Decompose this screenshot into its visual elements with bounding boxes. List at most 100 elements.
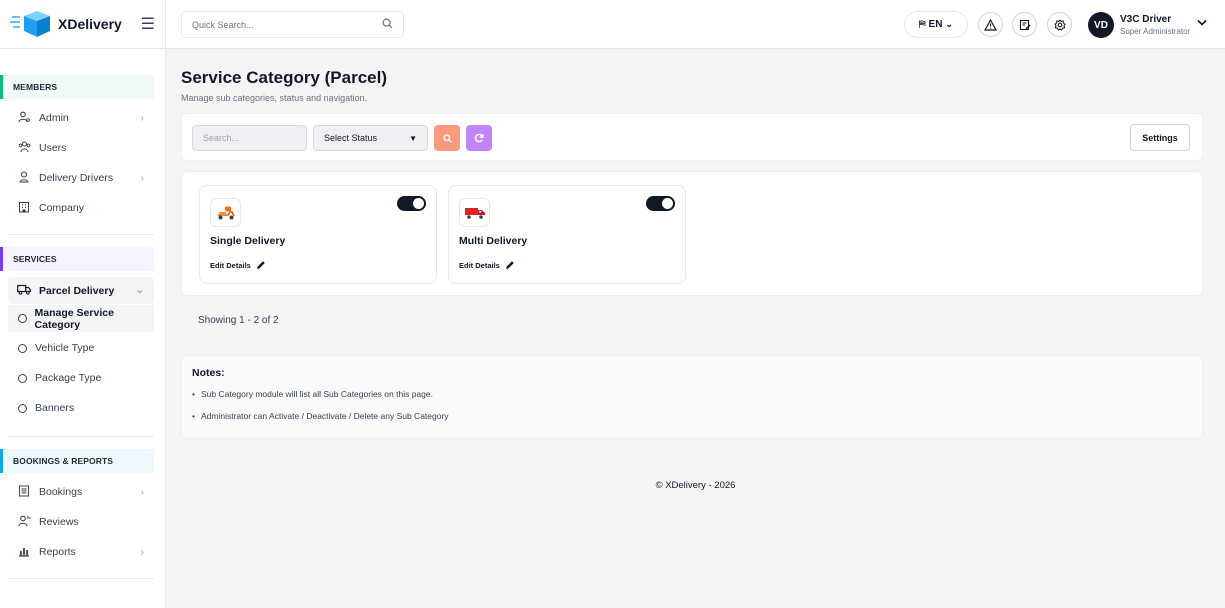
notes-panel: Notes: Sub Category module will list all…	[181, 355, 1203, 439]
circle-bullet-icon	[18, 314, 27, 323]
search-icon	[442, 133, 452, 143]
truck-icon	[459, 198, 490, 227]
page-title: Service Category (Parcel)	[181, 68, 387, 87]
sidebar-subitem-vehicle-type[interactable]: Vehicle Type	[8, 335, 154, 361]
quick-search-input[interactable]	[192, 19, 372, 30]
sidebar-item-reports[interactable]: Reports ›	[8, 539, 154, 565]
driver-icon	[17, 170, 31, 186]
edit-details-link[interactable]: Edit Details	[210, 260, 266, 270]
gear-icon[interactable]	[1047, 12, 1072, 37]
circle-bullet-icon	[18, 373, 27, 383]
truck-icon	[17, 284, 31, 298]
sidebar-item-label: Banners	[35, 402, 75, 414]
category-name: Single Delivery	[210, 235, 286, 247]
sidebar-item-label: Parcel Delivery	[39, 284, 115, 297]
user-cog-icon	[17, 111, 31, 126]
search-button[interactable]	[434, 125, 460, 151]
language-selector[interactable]: ⛿ EN ⌄	[904, 11, 968, 38]
category-card-multi-delivery: Multi Delivery Edit Details	[448, 185, 686, 284]
pencil-icon	[505, 261, 514, 269]
sidebar-item-label: Bookings	[39, 486, 83, 498]
building-icon	[17, 201, 31, 216]
sidebar-item-label: Delivery Drivers	[39, 172, 114, 184]
sidebar-item-company[interactable]: Company	[8, 195, 154, 221]
edit-details-label: Edit Details	[210, 260, 251, 270]
page-subtitle: Manage sub categories, status and naviga…	[181, 93, 368, 103]
list-icon	[17, 485, 31, 500]
sidebar-item-reviews[interactable]: Reviews	[8, 509, 154, 535]
edit-details-label: Edit Details	[459, 260, 500, 270]
sidebar-item-label: Admin	[39, 112, 69, 124]
sidebar-item-label: Company	[39, 202, 84, 214]
filter-bar: Search... Select Status ▼ Settings	[181, 113, 1203, 161]
sidebar-item-bookings[interactable]: Bookings ›	[8, 479, 154, 505]
note-item: Administrator can Activate / Deactivate …	[192, 411, 449, 421]
category-card-single-delivery: Single Delivery Edit Details	[199, 185, 437, 284]
refresh-icon	[474, 133, 484, 143]
chart-icon	[17, 545, 31, 560]
box-logo-icon	[10, 11, 50, 37]
category-list: Single Delivery Edit Details Multi Deliv…	[181, 171, 1203, 296]
topbar: ⛿ EN ⌄ VD V3C Driver Super Administrator	[166, 0, 1225, 49]
note-item: Sub Category module will list all Sub Ca…	[192, 389, 433, 399]
sidebar-item-label: Manage Service Category	[34, 306, 114, 331]
brand: XDelivery ☰	[0, 0, 165, 49]
section-bookings-heading: BOOKINGS & REPORTS	[0, 449, 154, 473]
brand-name: XDelivery	[58, 16, 122, 32]
sidebar-divider	[8, 578, 154, 579]
chevron-down-icon: ▼	[409, 133, 417, 143]
edit-note-icon[interactable]	[1012, 12, 1037, 37]
reset-button[interactable]	[466, 125, 492, 151]
sidebar-subitem-manage-service-category[interactable]: Manage Service Category	[8, 305, 154, 332]
menu-toggle-icon[interactable]: ☰	[141, 14, 155, 34]
filter-search-input[interactable]: Search...	[192, 125, 307, 151]
language-label: EN	[928, 19, 943, 30]
chevron-right-icon: ›	[140, 112, 144, 124]
pagination-info: Showing 1 - 2 of 2	[198, 315, 279, 326]
sidebar-subitem-banners[interactable]: Banners	[8, 395, 154, 421]
chevron-down-icon: ⌄	[135, 285, 144, 296]
users-icon	[17, 141, 31, 156]
search-icon[interactable]	[382, 17, 393, 32]
status-toggle[interactable]	[646, 196, 675, 211]
user-role: Super Administrator	[1120, 27, 1191, 36]
chevron-right-icon: ›	[140, 486, 144, 498]
status-select[interactable]: Select Status ▼	[313, 125, 428, 151]
chevron-right-icon: ›	[140, 546, 144, 558]
section-services-heading: SERVICES	[0, 247, 154, 271]
category-name: Multi Delivery	[459, 235, 528, 247]
sidebar: XDelivery ☰ MEMBERS Admin › Users Delive…	[0, 0, 166, 608]
alert-icon[interactable]	[978, 12, 1003, 37]
translate-icon: ⛿	[919, 19, 926, 29]
sidebar-item-label: Package Type	[35, 372, 102, 384]
notes-title: Notes:	[192, 367, 225, 379]
circle-bullet-icon	[18, 343, 27, 353]
sidebar-item-parcel-delivery[interactable]: Parcel Delivery ⌄	[8, 277, 154, 304]
sidebar-subitem-package-type[interactable]: Package Type	[8, 365, 154, 391]
sidebar-item-label: Users	[39, 142, 67, 154]
footer-copyright: © XDelivery - 2026	[655, 480, 736, 491]
avatar[interactable]: VD	[1088, 12, 1114, 38]
quick-search[interactable]	[181, 11, 404, 38]
pencil-icon	[256, 261, 265, 269]
status-toggle[interactable]	[397, 196, 426, 211]
chevron-right-icon: ›	[140, 172, 144, 184]
edit-details-link[interactable]: Edit Details	[459, 260, 515, 270]
sidebar-divider	[8, 234, 154, 235]
sidebar-item-users[interactable]: Users	[8, 135, 154, 161]
sidebar-item-label: Reviews	[39, 516, 79, 528]
status-select-value: Select Status	[324, 133, 378, 143]
settings-button[interactable]: Settings	[1130, 124, 1190, 151]
sidebar-item-admin[interactable]: Admin ›	[8, 105, 154, 131]
section-members-heading: MEMBERS	[0, 75, 154, 99]
sidebar-item-delivery-drivers[interactable]: Delivery Drivers ›	[8, 165, 154, 191]
sidebar-item-label: Vehicle Type	[35, 342, 95, 354]
chevron-down-icon[interactable]	[1197, 17, 1207, 29]
scooter-icon	[210, 198, 241, 227]
sidebar-item-label: Reports	[39, 546, 76, 558]
user-name: V3C Driver	[1120, 14, 1172, 25]
sidebar-divider	[8, 436, 154, 437]
review-icon	[17, 515, 31, 530]
circle-bullet-icon	[18, 403, 27, 413]
chevron-down-icon: ⌄	[945, 19, 953, 29]
